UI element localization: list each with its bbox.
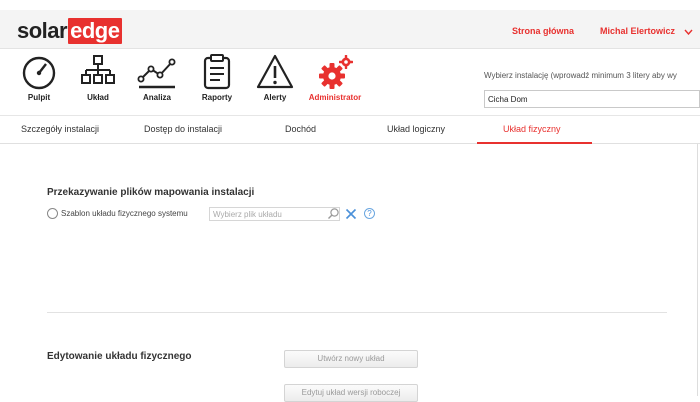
close-icon[interactable] [345,208,357,220]
edit-draft-layout-button[interactable]: Edytuj układ wersji roboczej [284,384,418,402]
nav-label: Pulpit [27,93,51,102]
tab-installation-access[interactable]: Dostęp do instalacji [144,124,222,134]
tab-logical-layout[interactable]: Układ logiczny [387,124,445,134]
search-icon[interactable] [327,207,340,220]
nav-item-administrator[interactable]: Administrator [303,53,367,102]
nav-label: Alerty [263,93,287,102]
nav-item-pulpit[interactable]: Pulpit [10,53,68,102]
layout-file-input[interactable]: Wybierz plik układu [209,207,340,221]
chevron-down-icon [684,29,693,35]
mapping-section-title: Przekazywanie plików mapowania instalacj… [47,187,255,198]
nav-label: Układ [87,93,109,102]
tab-bar: Szczegóły instalacji Dostęp do instalacj… [0,115,700,144]
nav-label: Administrator [308,93,362,102]
clipboard-icon [203,54,231,90]
nav-item-uklad[interactable]: Układ [69,53,127,102]
active-tab-indicator [477,142,592,144]
solaredge-logo[interactable]: solar edge [17,18,123,44]
section-divider [47,312,667,313]
edit-section-title: Edytowanie układu fizycznego [47,351,192,362]
nav-label: Analiza [142,93,171,102]
warning-icon [256,54,294,89]
user-name: Michal Elertowicz [600,26,676,36]
top-bar: solar edge Strona główna Michal Elertowic… [0,0,700,49]
nav-item-alerty[interactable]: Alerty [246,53,304,102]
gauge-icon [22,56,56,90]
installation-input[interactable]: Cicha Dom [484,90,700,108]
user-menu[interactable]: Michal Elertowicz [600,26,693,36]
help-icon[interactable]: ? [364,208,375,219]
home-link[interactable]: Strona główna [512,26,574,36]
hierarchy-icon [81,55,115,84]
nav-item-analiza[interactable]: Analiza [128,53,186,102]
create-layout-button[interactable]: Utwórz nowy układ [284,350,418,368]
nav-label: Raporty [201,93,233,102]
tab-physical-layout[interactable]: Układ fizyczny [503,124,561,134]
gears-icon [319,55,353,89]
tab-installation-details[interactable]: Szczegóły instalacji [21,124,99,134]
nav-item-raporty[interactable]: Raporty [188,53,246,102]
content-right-border [697,144,698,396]
line-chart-icon [137,58,176,89]
installation-label: Wybierz instalację (wprowadź minimum 3 l… [484,71,677,80]
template-radio-label: Szablon układu fizycznego systemu [61,209,188,218]
template-radio[interactable] [47,208,58,219]
tab-revenue[interactable]: Dochód [285,124,316,134]
